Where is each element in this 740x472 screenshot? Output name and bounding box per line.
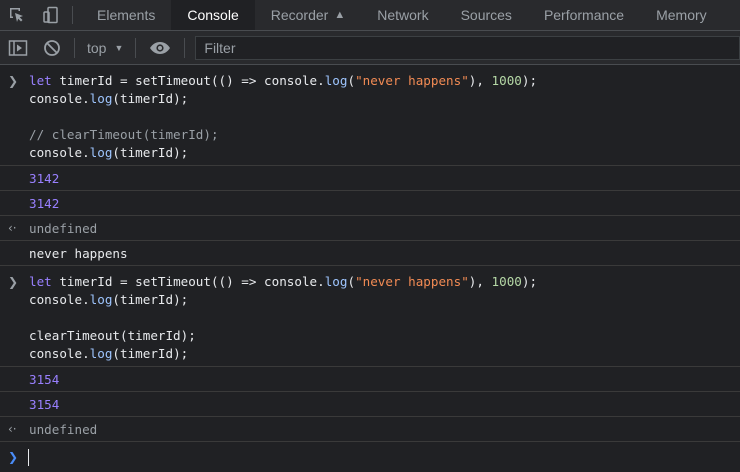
clear-console-icon [44,39,60,56]
code-line: let timerId = setTimeout(() => console.l… [29,73,538,88]
flask-icon: ▲ [334,9,346,21]
code-line: console.log(timerId); [29,346,189,361]
tab-label: Elements [97,7,156,23]
return-value: undefined [29,422,98,437]
tab-console[interactable]: Console [171,0,255,30]
device-toolbar-button[interactable] [34,0,68,30]
live-expression-button[interactable] [142,31,178,64]
console-output-entry: 3154 [0,392,740,417]
console-output-entry: 3142 [0,166,740,191]
console-input-entry[interactable]: ❯ let timerId = setTimeout(() => console… [0,65,740,166]
eye-icon [150,41,171,54]
code-line: console.log(timerId); [29,91,189,106]
toolbar-separator [135,37,137,58]
console-toolbar: top ▼ Filter [0,31,740,65]
tab-sources[interactable]: Sources [445,0,528,30]
tab-elements[interactable]: Elements [81,0,171,30]
tab-performance[interactable]: Performance [528,0,640,30]
output-value[interactable]: 3142 [29,171,59,186]
tab-network[interactable]: Network [361,0,444,30]
output-value[interactable]: 3154 [29,372,59,387]
console-output-entry: 3142 [0,191,740,216]
filter-input[interactable]: Filter [195,35,740,60]
tab-label: Recorder [270,7,329,23]
text-cursor [28,449,29,466]
tab-recorder[interactable]: Recorder ▲ [255,0,361,30]
code-line: console.log(timerId); [29,292,189,307]
prompt-chevron-icon: ❯ [8,450,19,464]
show-sidebar-icon [8,39,28,56]
tab-memory[interactable]: Memory [640,0,723,30]
code-line: console.log(timerId); [29,145,189,160]
code-line: let timerId = setTimeout(() => console.l… [29,274,538,289]
console-output-entry: 3154 [0,367,740,392]
code-comment-line: // clearTimeout(timerId); [29,127,219,142]
tab-label: Network [377,7,429,23]
output-value[interactable]: 3154 [29,397,59,412]
devtools-tab-bar: Elements Console Recorder ▲ Network Sourc… [0,0,740,31]
tab-label: Console [187,7,239,23]
tab-label: Performance [543,7,625,23]
filter-placeholder: Filter [204,39,236,56]
inspect-element-button[interactable] [0,0,34,30]
chevron-right-icon: ❯ [8,74,19,88]
console-log: ❯ let timerId = setTimeout(() => console… [0,65,740,470]
chevron-down-icon: ▼ [114,42,124,53]
return-arrow-icon: ‹· [8,221,17,235]
show-sidebar-button[interactable] [0,31,36,64]
context-label: top [87,39,107,56]
toolbar-separator [184,37,186,58]
tab-label: Sources [460,7,512,23]
tab-label: Memory [656,7,707,23]
device-toolbar-icon [43,6,58,24]
toolbar-separator [74,37,75,58]
console-prompt[interactable]: ❯ [0,442,740,472]
console-return-entry: ‹· undefined [0,417,740,442]
output-value[interactable]: 3142 [29,196,59,211]
tab-separator [72,6,73,24]
code-line: clearTimeout(timerId); [29,328,196,343]
context-selector[interactable]: top ▼ [81,40,129,56]
console-log-entry: never happens [0,241,740,266]
console-return-entry: ‹· undefined [0,216,740,241]
console-input-entry[interactable]: ❯ let timerId = setTimeout(() => console… [0,266,740,367]
return-value: undefined [29,221,98,236]
clear-console-button[interactable] [36,31,68,64]
inspect-element-icon [10,8,23,22]
return-arrow-icon: ‹· [8,422,17,436]
log-message: never happens [29,246,128,261]
chevron-right-icon: ❯ [8,275,19,289]
